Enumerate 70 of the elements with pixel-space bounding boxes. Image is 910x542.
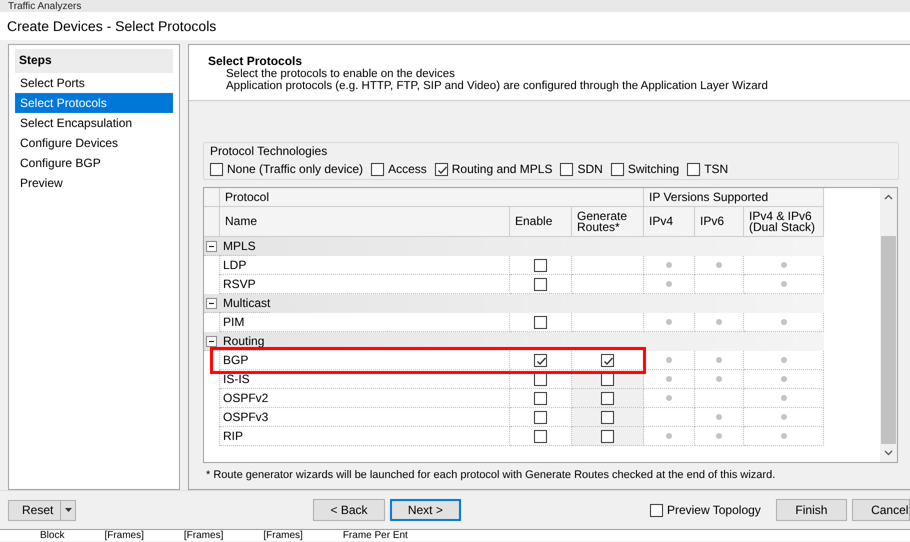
checkbox[interactable] (434, 162, 448, 176)
description-text: Select the protocols to enable on the devices (225, 68, 456, 80)
column-header: IPv6 (695, 207, 744, 237)
background-cell-text: [Frames] (104, 530, 144, 541)
step-item[interactable]: Preview (15, 173, 173, 193)
checkbox[interactable] (534, 392, 547, 404)
checkbox-label: Switching (628, 162, 680, 176)
checkbox[interactable] (687, 162, 700, 176)
background-window-title: Traffic Analyzers (8, 0, 82, 12)
protocol-name: RIP (220, 427, 510, 446)
checkbox-label: None (Traffic only device) (227, 162, 364, 176)
description-text: Application protocols (e.g. HTTP, FTP, SIP and Video) are configured through the Application Layer Wizard (225, 80, 769, 92)
checkbox-label: Access (388, 162, 427, 176)
scroll-down-icon[interactable] (884, 450, 893, 456)
caret-icon (64, 508, 72, 512)
checkbox[interactable] (601, 354, 614, 366)
protocol-name: OSPFv2 (220, 389, 510, 408)
column-group-header: IP Versions Supported (644, 188, 824, 207)
background-cell-text: Block (40, 530, 64, 541)
column-header: Name (220, 207, 510, 237)
group-name: MPLS (220, 237, 256, 256)
step-item[interactable]: Configure Devices (15, 133, 173, 153)
column-header: IPv4 (644, 207, 695, 237)
background-cell-text: Frame Per Ent (342, 530, 408, 541)
next-button[interactable]: Next > (390, 499, 461, 521)
checkbox[interactable] (610, 162, 624, 176)
checkbox[interactable] (534, 258, 547, 272)
checkbox-label: Routing and MPLS (452, 162, 552, 176)
checkbox-label: TSN (704, 162, 728, 176)
scroll-up-icon[interactable] (884, 194, 893, 200)
checkbox[interactable] (534, 354, 547, 366)
checkbox[interactable] (534, 410, 547, 424)
group-title: Protocol Technologies (210, 144, 328, 158)
step-item[interactable]: Select Ports (15, 73, 173, 93)
step-item[interactable]: Configure BGP (15, 153, 173, 173)
checkbox[interactable] (210, 162, 223, 176)
checkbox[interactable] (534, 316, 547, 328)
protocol-name: IS-IS (220, 370, 510, 389)
scrollbar[interactable] (880, 188, 897, 462)
checkbox-label: Preview Topology (666, 503, 761, 517)
background-cell-text: [Frames] (184, 530, 224, 541)
checkbox[interactable] (534, 430, 547, 442)
back-button[interactable]: < Back (313, 499, 385, 521)
protocol-name: LDP (220, 256, 510, 275)
steps-heading: Steps (15, 49, 173, 73)
reset-button[interactable]: Reset (8, 500, 76, 520)
checkbox[interactable] (371, 162, 384, 176)
checkbox[interactable] (534, 278, 547, 290)
column-header: Enable (510, 207, 572, 237)
step-item[interactable]: Select Protocols (15, 93, 173, 113)
group-name: Routing (220, 332, 264, 351)
group-name: Multicast (220, 294, 270, 313)
protocol-name: OSPFv3 (220, 408, 510, 427)
column-group-header: Protocol (220, 188, 644, 207)
column-header: Generate Routes* (572, 207, 644, 237)
checkbox[interactable] (650, 504, 663, 516)
background-cell-text: [Frames] (263, 530, 303, 541)
column-header: IPv4 & IPv6 (Dual Stack) (744, 207, 824, 237)
checkbox-label: SDN (577, 162, 603, 176)
collapse-icon[interactable] (206, 336, 217, 346)
finish-button[interactable]: Finish (776, 499, 848, 521)
page-heading: Select Protocols (208, 54, 304, 68)
footnote-text: * Route generator wizards will be launched for each protocol with Generate Routes checked at the end of this wizard. (206, 469, 776, 481)
collapse-icon[interactable] (206, 298, 217, 308)
cancel-button[interactable]: Cancel (852, 499, 910, 521)
window-title: Create Devices - Select Protocols (7, 18, 216, 34)
step-item[interactable]: Select Encapsulation (15, 113, 173, 133)
checkbox[interactable] (560, 162, 574, 176)
protocol-name: BGP (220, 351, 510, 370)
collapse-icon[interactable] (206, 240, 217, 252)
